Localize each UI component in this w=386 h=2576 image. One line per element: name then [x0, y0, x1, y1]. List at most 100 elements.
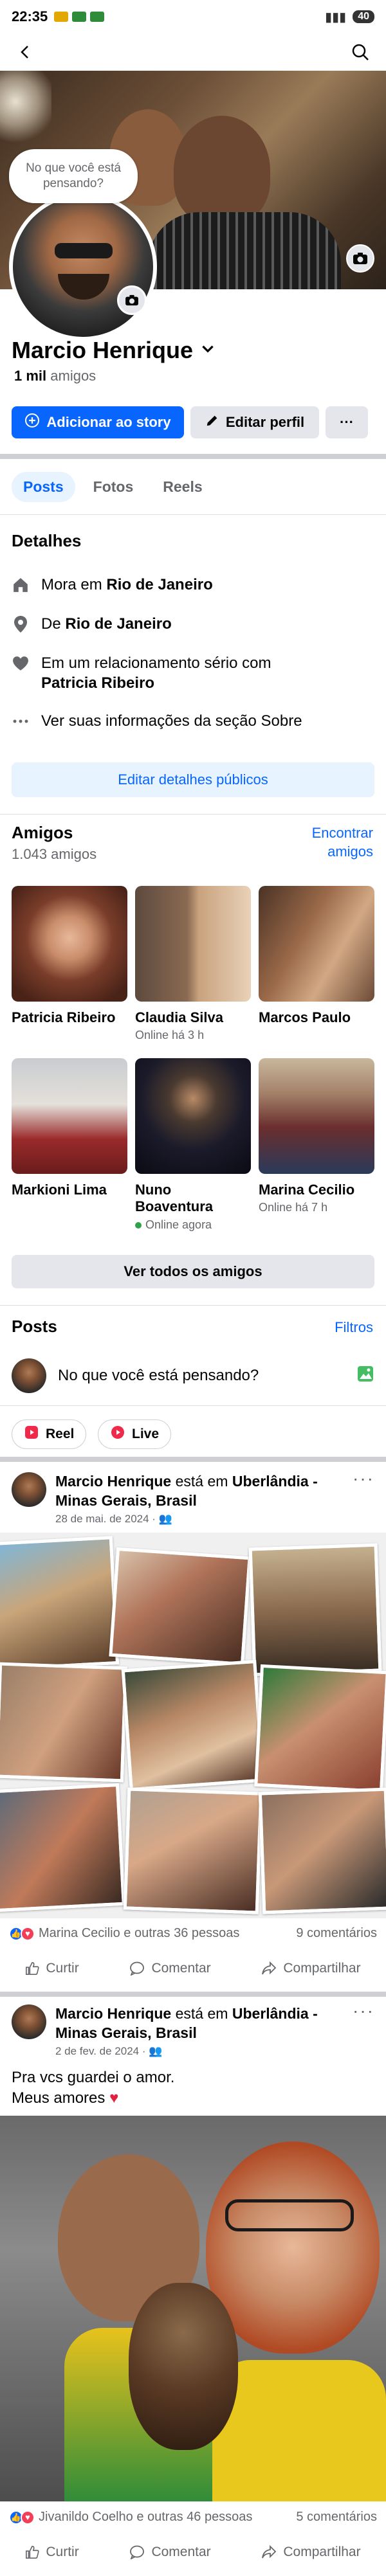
post-photo-collage[interactable] — [0, 1533, 386, 1918]
detail-about[interactable]: Ver suas informações da seção Sobre — [12, 711, 302, 731]
detail-from-city[interactable]: Rio de Janeiro — [65, 615, 171, 633]
add-story-button[interactable]: Adicionar ao story — [12, 406, 184, 438]
comments-count[interactable]: 5 comentários — [296, 2510, 377, 2525]
friend-photo[interactable] — [135, 886, 251, 1002]
like-icon — [26, 1962, 39, 1975]
friend-name[interactable]: Claudia Silva — [135, 1009, 251, 1026]
profile-actions: Adicionar ao story Editar perfil ··· — [12, 406, 374, 438]
friend-photo[interactable] — [12, 1058, 127, 1174]
tab-photos[interactable]: Fotos — [82, 472, 145, 502]
battery-icon: 40 — [353, 10, 374, 23]
like-label: Curtir — [46, 2544, 79, 2559]
divider — [0, 1405, 386, 1406]
search-icon[interactable] — [349, 41, 372, 64]
friend-photo[interactable] — [135, 1058, 251, 1174]
detail-lives-prefix: Mora em — [41, 576, 107, 593]
comment-button[interactable]: Comentar — [129, 1961, 211, 1976]
friend-card[interactable]: Nuno Boaventura Online agora — [135, 1058, 251, 1232]
filters-link[interactable]: Filtros — [335, 1319, 373, 1336]
friend-card[interactable]: Marcos Paulo — [259, 886, 374, 1026]
friends-total: 1.043 amigos — [12, 846, 97, 862]
share-label: Compartilhar — [283, 2544, 361, 2559]
post-meta: 28 de mai. de 2024 · 👥 — [55, 1512, 351, 1526]
edit-profile-button[interactable]: Editar perfil — [190, 406, 319, 438]
friend-name[interactable]: Marina Cecilio — [259, 1182, 374, 1198]
friend-card[interactable]: Marina Cecilio Online há 7 h — [259, 1058, 374, 1214]
post-reactions[interactable]: 👍 ♥ Jivanildo Coelho e outras 46 pessoas… — [9, 2510, 377, 2525]
add-story-icon — [24, 413, 40, 432]
back-arrow-icon[interactable] — [14, 41, 37, 64]
friend-photo[interactable] — [259, 1058, 374, 1174]
tab-reels[interactable]: Reels — [151, 472, 214, 502]
friend-photo[interactable] — [12, 886, 127, 1002]
detail-lives-city[interactable]: Rio de Janeiro — [106, 576, 212, 593]
friend-card[interactable]: Markioni Lima — [12, 1058, 127, 1198]
friend-card[interactable]: Claudia Silva Online há 3 h — [135, 886, 251, 1042]
post-header: Marcio Henrique está em Uberlândia - Min… — [12, 2004, 374, 2058]
post-composer[interactable]: No que você está pensando? — [12, 1356, 374, 1395]
notification-icon — [54, 12, 69, 22]
see-all-friends-button[interactable]: Ver todos os amigos — [12, 1255, 374, 1288]
friends-count-label: amigos — [46, 368, 96, 384]
post-options-button[interactable]: ··· — [353, 1468, 374, 1489]
friends-audience-icon: 👥 — [158, 1512, 172, 1525]
friend-name[interactable]: Marcos Paulo — [259, 1009, 374, 1026]
post-date[interactable]: 2 de fev. de 2024 · — [55, 2045, 149, 2057]
friends-title: Amigos — [12, 823, 73, 842]
friend-status: Online há 7 h — [259, 1201, 328, 1214]
chevron-down-icon[interactable] — [199, 341, 216, 361]
post-text-line2: Meus amores — [12, 2089, 110, 2107]
profile-tabs: Posts Fotos Reels — [12, 472, 214, 502]
post-options-button[interactable]: ··· — [353, 2001, 374, 2021]
friend-name[interactable]: Markioni Lima — [12, 1182, 127, 1198]
detail-relationship-partner[interactable]: Patricia Ribeiro — [41, 674, 154, 692]
post-photo[interactable] — [0, 2116, 386, 2501]
friend-name[interactable]: Nuno Boaventura — [135, 1182, 251, 1216]
post-is-at: está em — [171, 2005, 232, 2022]
reactions-summary: Jivanildo Coelho e outras 46 pessoas — [39, 2510, 253, 2524]
share-button[interactable]: Compartilhar — [261, 1961, 361, 1976]
tab-posts[interactable]: Posts — [12, 472, 75, 502]
posts-title: Posts — [12, 1317, 57, 1336]
home-icon — [12, 576, 30, 594]
post-author[interactable]: Marcio Henrique — [55, 1473, 171, 1490]
friends-count[interactable]: 1 mil amigos — [14, 368, 96, 384]
find-friends-link[interactable]: Encontrar amigos — [312, 824, 373, 861]
avatar[interactable] — [12, 1472, 46, 1507]
camera-icon[interactable] — [117, 285, 147, 315]
avatar — [12, 1358, 46, 1393]
post-reactions[interactable]: 👍 ♥ Marina Cecilio e outras 36 pessoas 9… — [9, 1926, 377, 1941]
thought-bubble[interactable]: No que você está pensando? — [9, 149, 138, 203]
friend-name-line1: Nuno — [135, 1182, 172, 1198]
post-author[interactable]: Marcio Henrique — [55, 2005, 171, 2022]
post-text-line1: Pra vcs guardei o amor. — [12, 2069, 175, 2086]
divider — [0, 1305, 386, 1306]
share-label: Compartilhar — [283, 1961, 361, 1976]
avatar[interactable] — [12, 2004, 46, 2039]
more-options-button[interactable]: ··· — [326, 406, 368, 438]
camera-icon[interactable] — [346, 244, 374, 273]
heart-icon — [12, 654, 30, 672]
divider — [0, 814, 386, 815]
share-button[interactable]: Compartilhar — [261, 2544, 361, 2560]
friend-photo[interactable] — [259, 886, 374, 1002]
status-icons: ▮▮▮ 40 — [325, 9, 374, 25]
profile-picture[interactable] — [9, 193, 157, 341]
like-button[interactable]: Curtir — [25, 2544, 79, 2560]
friend-name[interactable]: Patricia Ribeiro — [12, 1009, 127, 1026]
reel-button[interactable]: Reel — [12, 1419, 87, 1449]
profile-name-row[interactable]: Marcio Henrique — [12, 337, 216, 364]
ellipsis-icon: ··· — [340, 414, 354, 430]
like-button[interactable]: Curtir — [25, 1961, 79, 1976]
heart-emoji-icon: ♥ — [109, 2089, 119, 2107]
comment-label: Comentar — [151, 1961, 211, 1976]
details-title: Detalhes — [12, 531, 82, 550]
post-action-bar: Curtir Comentar Compartilhar — [0, 1961, 386, 1976]
live-button[interactable]: Live — [98, 1419, 172, 1449]
post-date[interactable]: 28 de mai. de 2024 · — [55, 1513, 159, 1525]
edit-public-details-button[interactable]: Editar detalhes públicos — [12, 762, 374, 797]
friend-card[interactable]: Patricia Ribeiro — [12, 886, 127, 1026]
comment-button[interactable]: Comentar — [129, 2544, 211, 2560]
comments-count[interactable]: 9 comentários — [296, 1926, 377, 1941]
gallery-icon[interactable] — [356, 1365, 374, 1387]
